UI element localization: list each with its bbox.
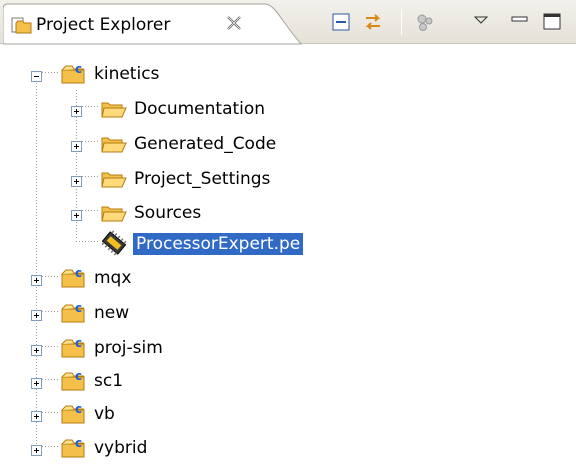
tree-item-sc1[interactable]: c sc1 [0, 363, 576, 397]
tree-item-label: vybrid [94, 438, 148, 458]
folder-icon [100, 96, 128, 120]
link-with-editor-icon[interactable] [362, 11, 384, 33]
tree-item-processorexpert-pe[interactable]: ProcessorExpert.pe [0, 226, 576, 260]
expand-toggle-icon[interactable] [71, 172, 82, 187]
svg-text:c: c [75, 336, 82, 350]
tree-item-vb[interactable]: c vb [0, 396, 576, 430]
c-project-icon: c [60, 335, 88, 359]
c-project-icon: c [60, 368, 88, 392]
tree-item-mqx[interactable]: c mqx [0, 260, 576, 294]
tree-item-label: vb [94, 404, 115, 424]
tree-item-label: mqx [94, 268, 132, 288]
folder-icon [100, 166, 128, 190]
c-project-icon: c [60, 265, 88, 289]
tree-item-label: kinetics [94, 64, 160, 84]
tree-item-label: sc1 [94, 371, 124, 391]
tree-item-new[interactable]: c new [0, 295, 576, 329]
collapse-all-icon[interactable] [330, 11, 352, 33]
svg-text:c: c [75, 369, 82, 383]
gears-icon[interactable] [414, 11, 436, 33]
svg-text:c: c [75, 402, 82, 416]
tree-item-generated-code[interactable]: Generated_Code [0, 126, 576, 160]
tree-item-label-selected: ProcessorExpert.pe [133, 233, 304, 255]
expand-toggle-icon[interactable] [31, 407, 42, 422]
tab-title: Project Explorer [36, 15, 171, 35]
tree-item-kinetics[interactable]: c kinetics [0, 56, 576, 90]
c-project-icon: c [60, 300, 88, 324]
project-explorer-icon [11, 15, 33, 35]
folder-icon [100, 131, 128, 155]
expand-toggle-icon[interactable] [71, 206, 82, 221]
toolbar-separator [401, 9, 402, 35]
tree-item-sources[interactable]: Sources [0, 195, 576, 229]
expand-toggle-icon[interactable] [71, 137, 82, 152]
tree-item-label: Documentation [134, 99, 266, 119]
c-project-icon: c [60, 435, 88, 459]
collapse-toggle-icon[interactable] [31, 67, 42, 82]
expand-toggle-icon[interactable] [31, 306, 42, 321]
tree-item-label: Project_Settings [134, 169, 271, 189]
svg-text:c: c [75, 62, 82, 76]
c-project-icon: c [60, 401, 88, 425]
view-menu-icon[interactable] [471, 11, 493, 33]
folder-icon [100, 200, 128, 224]
view-toolbar: Project Explorer [0, 0, 576, 45]
expand-toggle-icon[interactable] [71, 102, 82, 117]
tree-item-label: proj-sim [94, 338, 163, 358]
processor-expert-file-icon [98, 229, 127, 256]
close-icon[interactable] [225, 14, 243, 32]
tree-item-label: new [94, 303, 130, 323]
tree-item-label: Sources [134, 203, 202, 223]
expand-toggle-icon[interactable] [31, 341, 42, 356]
svg-text:c: c [75, 436, 82, 450]
project-explorer-tab[interactable]: Project Explorer [3, 3, 303, 45]
svg-text:c: c [75, 266, 82, 280]
maximize-icon[interactable] [541, 11, 563, 33]
c-project-icon: c [60, 61, 88, 85]
tree-item-vybrid[interactable]: c vybrid [0, 430, 576, 464]
tree-item-project-settings[interactable]: Project_Settings [0, 161, 576, 195]
tree-item-proj-sim[interactable]: c proj-sim [0, 330, 576, 364]
expand-toggle-icon[interactable] [31, 271, 42, 286]
expand-toggle-icon[interactable] [31, 441, 42, 456]
tree-item-documentation[interactable]: Documentation [0, 91, 576, 125]
project-tree: c kinetics Documentation Generated_Code … [0, 44, 576, 476]
expand-toggle-icon[interactable] [31, 374, 42, 389]
tree-item-label: Generated_Code [134, 134, 277, 154]
minimize-icon[interactable] [509, 11, 531, 33]
svg-text:c: c [75, 301, 82, 315]
